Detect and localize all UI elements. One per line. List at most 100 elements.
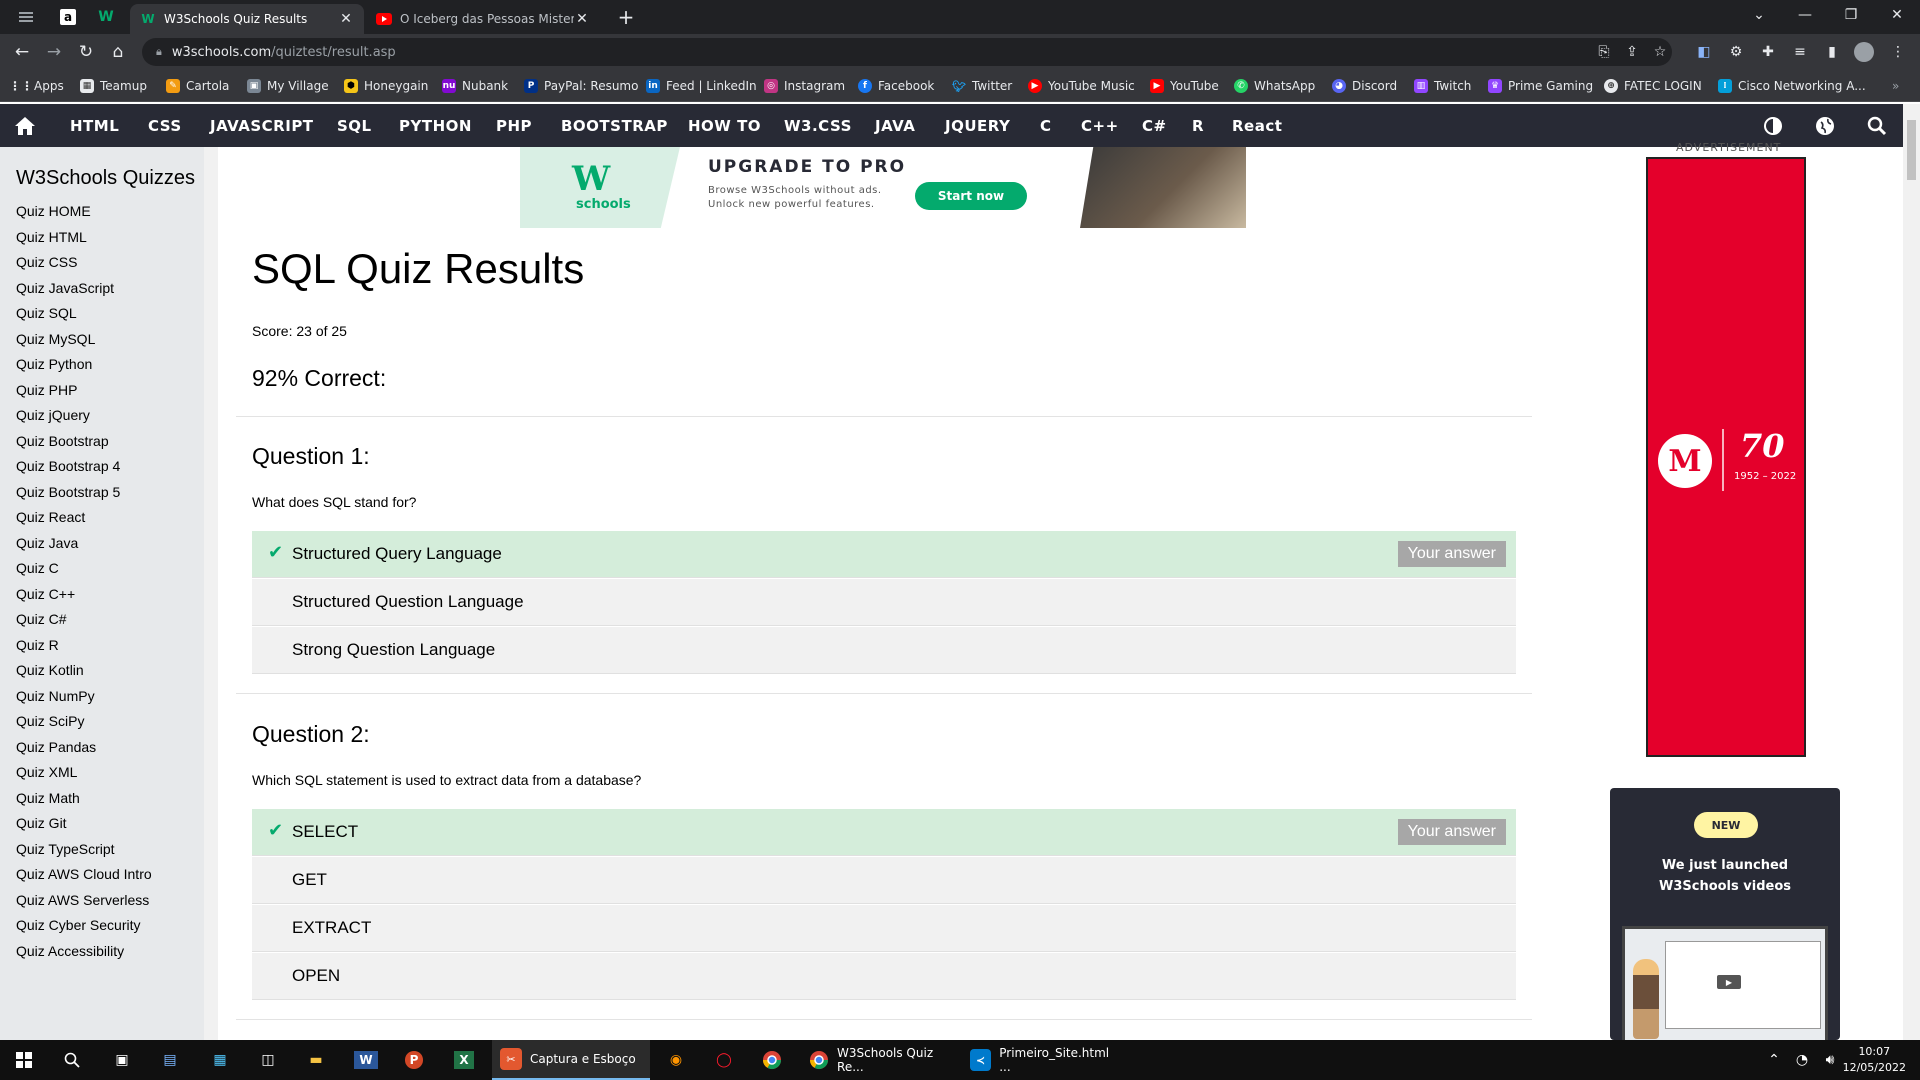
sidebar-item-quiz-php[interactable]: Quiz PHP	[16, 382, 77, 398]
bookmark-star-icon[interactable]: ☆	[1648, 40, 1672, 64]
bookmark-teamup[interactable]: ▦ Teamup	[80, 76, 147, 96]
sidebar-item-quiz-sql[interactable]: Quiz SQL	[16, 305, 77, 321]
globe-icon[interactable]	[1812, 113, 1838, 139]
reload-icon[interactable]: ↻	[74, 40, 98, 64]
profile-avatar-icon[interactable]	[1852, 40, 1876, 64]
sidebar-item-quiz-bootstrap-4[interactable]: Quiz Bootstrap 4	[16, 458, 120, 474]
sidebar-item-quiz-cpp[interactable]: Quiz C++	[16, 586, 75, 602]
sidebar-item-quiz-c[interactable]: Quiz C	[16, 560, 59, 576]
close-tab-icon[interactable]: ✕	[574, 11, 590, 27]
sidebar-item-quiz-javascript[interactable]: Quiz JavaScript	[16, 280, 114, 296]
pinned-tab-amazon-icon[interactable]: a	[54, 4, 82, 30]
excel-icon[interactable]: X	[444, 1046, 484, 1074]
sidebar-item-quiz-home[interactable]: Quiz HOME	[16, 203, 91, 219]
sidebar-item-quiz-jquery[interactable]: Quiz jQuery	[16, 407, 90, 423]
nav-c[interactable]: C	[1040, 104, 1052, 147]
sidebar-item-quiz-accessibility[interactable]: Quiz Accessibility	[16, 943, 124, 959]
nav-r[interactable]: R	[1192, 104, 1204, 147]
task-view-icon[interactable]: ▣	[102, 1046, 142, 1074]
sidebar-item-quiz-react[interactable]: Quiz React	[16, 509, 85, 525]
nav-bootstrap[interactable]: BOOTSTRAP	[561, 104, 668, 147]
side-panel-icon[interactable]: ▮	[1820, 40, 1844, 64]
pinned-tab-w3schools-icon[interactable]: W	[92, 4, 120, 30]
start-now-button[interactable]: Start now	[915, 182, 1027, 210]
sidebar-scrollbar[interactable]	[204, 147, 218, 1040]
sidebar-item-quiz-numpy[interactable]: Quiz NumPy	[16, 688, 95, 704]
bookmark-nubank[interactable]: nu Nubank	[442, 76, 508, 96]
sidebar-item-quiz-math[interactable]: Quiz Math	[16, 790, 80, 806]
dark-mode-toggle-icon[interactable]	[1760, 113, 1786, 139]
nav-how-to[interactable]: HOW TO	[688, 104, 761, 147]
w3schools-videos-card[interactable]: NEW We just launched W3Schools videos ▶	[1610, 788, 1840, 1040]
contacts-icon[interactable]: ▤	[150, 1046, 190, 1074]
chrome-icon[interactable]	[752, 1046, 792, 1074]
bookmark-prime-gaming[interactable]: ♛ Prime Gaming	[1488, 76, 1593, 96]
tab-search-icon[interactable]	[12, 4, 40, 30]
close-window-icon[interactable]: ✕	[1874, 0, 1920, 30]
windows-start-icon[interactable]	[4, 1046, 44, 1074]
sidebar-item-quiz-cyber-security[interactable]: Quiz Cyber Security	[16, 917, 140, 933]
sidebar-item-quiz-pandas[interactable]: Quiz Pandas	[16, 739, 96, 755]
nav-w3css[interactable]: W3.CSS	[784, 104, 852, 147]
store-icon[interactable]: ◫	[248, 1046, 288, 1074]
bookmark-twitter[interactable]: 🐦︎ Twitter	[952, 76, 1012, 96]
bookmark-paypal[interactable]: P PayPal: Resumo	[524, 76, 638, 96]
nav-sql[interactable]: SQL	[337, 104, 372, 147]
home-icon[interactable]	[12, 113, 38, 139]
bookmark-linkedin[interactable]: in Feed | LinkedIn	[646, 76, 757, 96]
nav-cpp[interactable]: C++	[1081, 104, 1119, 147]
browser-menu-icon[interactable]: ⋮	[1886, 40, 1910, 64]
bookmark-cisco-networking[interactable]: ⁞ Cisco Networking A...	[1718, 76, 1866, 96]
extension-gear-icon[interactable]: ⚙	[1724, 40, 1748, 64]
page-scrollbar-thumb[interactable]	[1907, 120, 1916, 180]
sidebar-item-quiz-java[interactable]: Quiz Java	[16, 535, 78, 551]
bookmark-honeygain[interactable]: ⬢ Honeygain	[344, 76, 428, 96]
sidebar-item-quiz-bootstrap[interactable]: Quiz Bootstrap	[16, 433, 109, 449]
sidebar-item-quiz-html[interactable]: Quiz HTML	[16, 229, 87, 245]
bookmark-my-village[interactable]: ▣ My Village	[247, 76, 329, 96]
new-tab-icon[interactable]: +	[612, 4, 640, 30]
taskbar-app-chrome-w3schools[interactable]: W3Schools Quiz Re...	[800, 1040, 958, 1080]
tab-youtube-video[interactable]: O Iceberg das Pessoas Misterios ✕	[366, 4, 600, 34]
bookmark-cartola[interactable]: ✎ Cartola	[166, 76, 229, 96]
sidebar-item-quiz-csharp[interactable]: Quiz C#	[16, 611, 67, 627]
opera-icon[interactable]: ◯	[704, 1046, 744, 1074]
nav-java[interactable]: JAVA	[875, 104, 915, 147]
nav-css[interactable]: CSS	[148, 104, 182, 147]
sidebar-item-quiz-typescript[interactable]: Quiz TypeScript	[16, 841, 115, 857]
share-icon[interactable]: ⇪	[1620, 40, 1644, 64]
nav-python[interactable]: PYTHON	[399, 104, 472, 147]
tab-list-chevron-icon[interactable]: ⌄	[1736, 0, 1782, 30]
word-icon[interactable]: W	[346, 1046, 386, 1074]
extension-translate-icon[interactable]: ◧	[1692, 40, 1716, 64]
powerpoint-icon[interactable]: P	[394, 1046, 434, 1074]
app-pinned-1-icon[interactable]: ▦	[200, 1046, 240, 1074]
back-icon[interactable]: ←	[10, 40, 34, 64]
firefox-icon[interactable]: ◉	[656, 1046, 696, 1074]
bookmark-youtube-music[interactable]: ▶ YouTube Music	[1028, 76, 1135, 96]
sidebar-item-quiz-git[interactable]: Quiz Git	[16, 815, 67, 831]
upgrade-pro-ad-banner[interactable]: W schools UPGRADE TO PRO Browse W3School…	[520, 147, 1246, 228]
search-icon[interactable]	[1864, 113, 1890, 139]
forward-icon[interactable]: →	[42, 40, 66, 64]
restore-window-icon[interactable]: ❐	[1828, 0, 1874, 30]
sidebar-item-quiz-aws-serverless[interactable]: Quiz AWS Serverless	[16, 892, 149, 908]
nav-javascript[interactable]: JAVASCRIPT	[210, 104, 314, 147]
nav-jquery[interactable]: JQUERY	[945, 104, 1010, 147]
sidebar-item-quiz-python[interactable]: Quiz Python	[16, 356, 92, 372]
bookmark-apps[interactable]: ⋮⋮ Apps	[9, 76, 64, 96]
show-hidden-icons-chevron[interactable]: ⌃	[1762, 1046, 1786, 1074]
translate-icon[interactable]: ⎘	[1592, 40, 1616, 64]
extensions-puzzle-icon[interactable]: ✚	[1756, 40, 1780, 64]
bookmark-whatsapp[interactable]: ✆ WhatsApp	[1234, 76, 1315, 96]
volume-icon[interactable]: 🔊︎	[1818, 1046, 1842, 1074]
bookmark-facebook[interactable]: f Facebook	[858, 76, 934, 96]
page-scrollbar[interactable]	[1903, 104, 1920, 1040]
minimize-window-icon[interactable]: —	[1782, 0, 1828, 30]
sidebar-item-quiz-scipy[interactable]: Quiz SciPy	[16, 713, 84, 729]
sidebar-item-quiz-kotlin[interactable]: Quiz Kotlin	[16, 662, 84, 678]
sidebar-item-quiz-aws-cloud-intro[interactable]: Quiz AWS Cloud Intro	[16, 866, 152, 882]
mackenzie-ad[interactable]: M 70 1952 – 2022	[1646, 157, 1806, 757]
nav-php[interactable]: PHP	[496, 104, 532, 147]
more-bookmarks-icon[interactable]: »	[1892, 76, 1899, 96]
